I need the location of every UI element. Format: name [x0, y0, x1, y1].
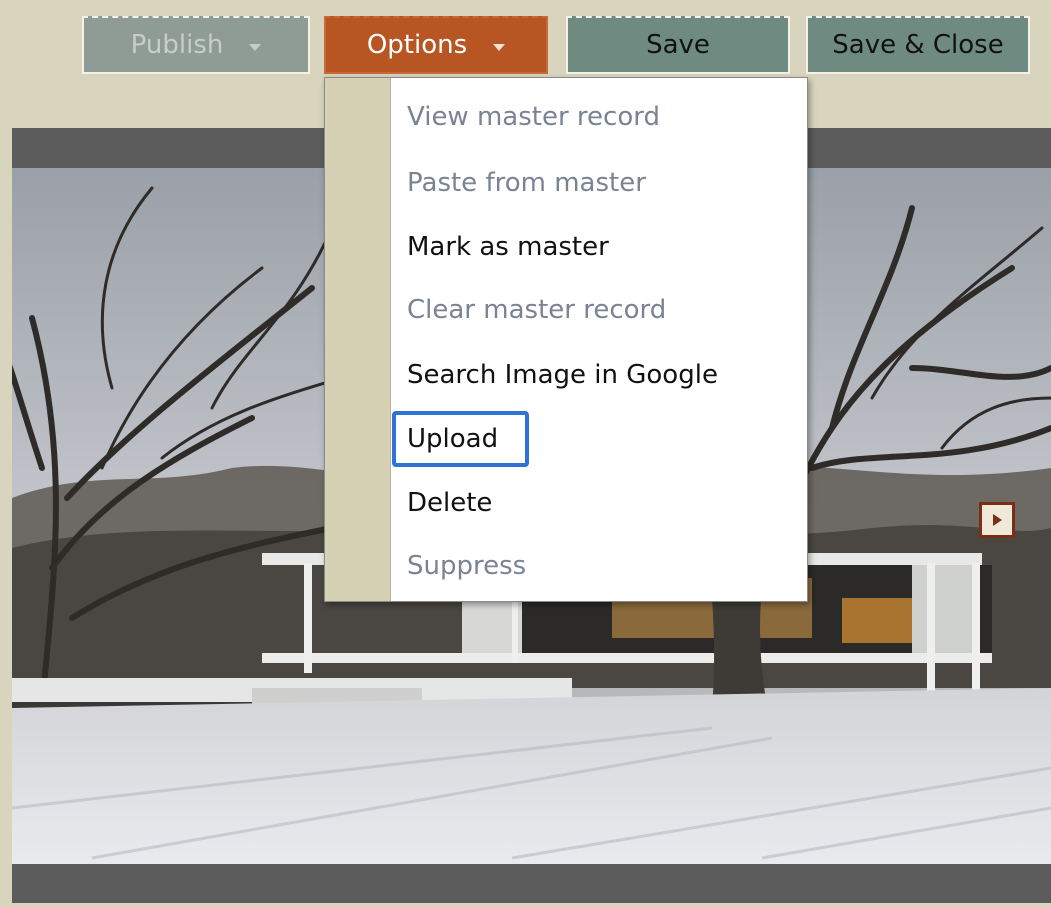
next-image-button[interactable]: [979, 502, 1015, 538]
menu-item-search-image-in-google[interactable]: Search Image in Google: [407, 355, 718, 395]
save-label: Save: [646, 30, 710, 60]
triangle-right-icon: [993, 514, 1002, 526]
menu-item-delete[interactable]: Delete: [407, 483, 492, 523]
publish-caret-down-icon: [249, 43, 262, 51]
options-label: Options: [366, 30, 468, 60]
save-close-button[interactable]: Save & Close: [806, 16, 1030, 74]
save-button[interactable]: Save: [566, 16, 790, 74]
menu-item-upload[interactable]: Upload: [407, 419, 498, 459]
menu-gutter: [325, 78, 391, 601]
options-caret-down-icon: [493, 43, 506, 51]
publish-label: Publish: [130, 30, 224, 60]
options-button[interactable]: Options: [324, 16, 548, 74]
options-dropdown-menu: View master record Paste from master Mar…: [324, 77, 808, 602]
save-close-label: Save & Close: [832, 30, 1004, 60]
menu-item-suppress[interactable]: Suppress: [407, 546, 526, 586]
publish-button[interactable]: Publish: [82, 16, 310, 74]
menu-item-paste-from-master[interactable]: Paste from master: [407, 163, 646, 203]
menu-item-view-master-record[interactable]: View master record: [407, 97, 660, 137]
image-viewer-bottom-bar: [12, 864, 1051, 903]
menu-item-mark-as-master[interactable]: Mark as master: [407, 227, 609, 267]
menu-item-clear-master-record[interactable]: Clear master record: [407, 290, 666, 330]
